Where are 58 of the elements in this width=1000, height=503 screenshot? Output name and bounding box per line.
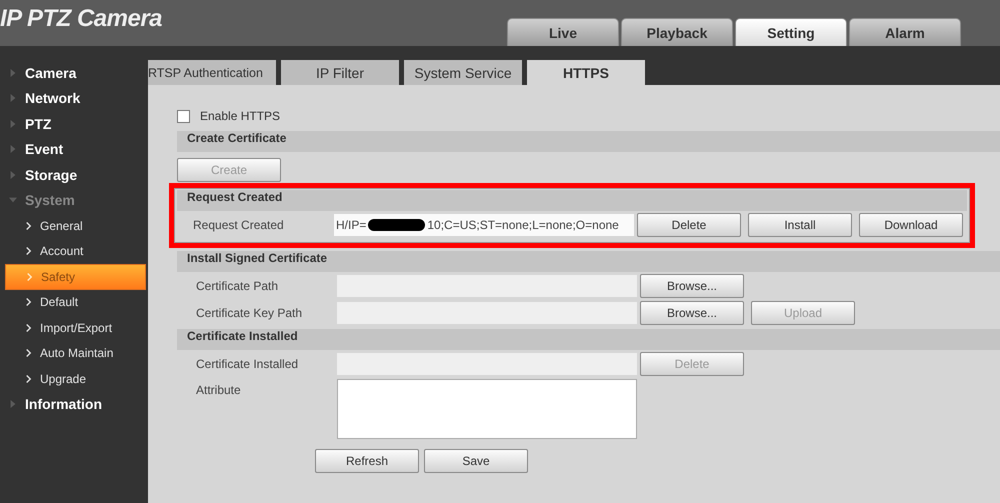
action-button[interactable]: Browse...: [640, 274, 744, 298]
action-button[interactable]: Install: [748, 212, 852, 236]
section-header: Certificate Installed: [177, 329, 1000, 350]
field-label: Certificate Installed: [195, 356, 300, 370]
chevron-right-icon: [25, 246, 32, 256]
sidebar-subitem[interactable]: Import/Export: [5, 315, 146, 340]
text-area[interactable]: [337, 379, 637, 439]
tab[interactable]: System Service: [404, 60, 522, 85]
sidebar-item[interactable]: Network: [0, 86, 148, 111]
action-button[interactable]: Save: [424, 449, 528, 473]
sidebar-item[interactable]: Information: [0, 392, 148, 417]
action-button[interactable]: Delete: [637, 212, 741, 236]
field-label: Attribute: [195, 382, 242, 397]
text-field[interactable]: [337, 274, 637, 296]
sidebar-subitem[interactable]: Upgrade: [5, 366, 146, 392]
text-field[interactable]: [337, 302, 637, 324]
action-button[interactable]: Browse...: [640, 300, 744, 324]
chevron-right-icon: [25, 322, 32, 333]
sidebar-subitem[interactable]: Auto Maintain: [5, 340, 146, 366]
text-field[interactable]: H/IP= 10;C=US;ST=none;L=none;O=none: [334, 214, 634, 236]
nav-tab[interactable]: Live: [507, 18, 619, 46]
checkbox[interactable]: [177, 110, 190, 122]
triangle-right-icon: [9, 68, 17, 78]
chevron-right-icon: [25, 374, 32, 384]
tab[interactable]: HTTPS: [527, 60, 645, 85]
chevron-right-icon: [25, 297, 32, 308]
field-label: Request Created: [192, 218, 285, 232]
chevron-right-icon: [25, 220, 32, 231]
triangle-right-icon: [9, 93, 17, 104]
triangle-right-icon: [9, 118, 17, 129]
sidebar-item[interactable]: Event: [0, 136, 148, 162]
field-label: Certificate Key Path: [195, 306, 304, 320]
nav-tab[interactable]: Alarm: [849, 18, 961, 46]
action-button[interactable]: Refresh: [315, 449, 419, 473]
section-header: Request Created: [177, 190, 967, 211]
sidebar-item[interactable]: Storage: [0, 162, 148, 188]
chevron-right-icon: [26, 272, 33, 282]
nav-tab[interactable]: Playback: [621, 18, 733, 46]
checkbox-label: Enable HTTPS: [200, 109, 280, 123]
sidebar-item[interactable]: PTZ: [0, 111, 148, 136]
chevron-right-icon: [25, 348, 32, 358]
sidebar-subitem[interactable]: Default: [5, 290, 146, 315]
text-field[interactable]: [337, 352, 637, 374]
section-header: Create Certificate: [177, 131, 1000, 152]
tab[interactable]: IP Filter: [281, 60, 399, 85]
sidebar-item[interactable]: Camera: [0, 60, 148, 86]
triangle-right-icon: [9, 170, 17, 180]
section-header: Install Signed Certificate: [177, 251, 1000, 272]
tab[interactable]: RTSP Authentication: [148, 60, 276, 85]
sidebar-subitem[interactable]: Account: [5, 238, 146, 264]
action-button[interactable]: Download: [859, 212, 963, 236]
nav-tab[interactable]: Setting: [735, 18, 847, 46]
app-title: IP PTZ Camera: [0, 5, 162, 33]
triangle-right-icon: [9, 144, 17, 154]
triangle-right-icon: [9, 399, 17, 410]
sidebar-item[interactable]: System: [0, 188, 148, 213]
field-label: Certificate Path: [195, 278, 280, 292]
sidebar-subitem[interactable]: General: [5, 213, 146, 238]
